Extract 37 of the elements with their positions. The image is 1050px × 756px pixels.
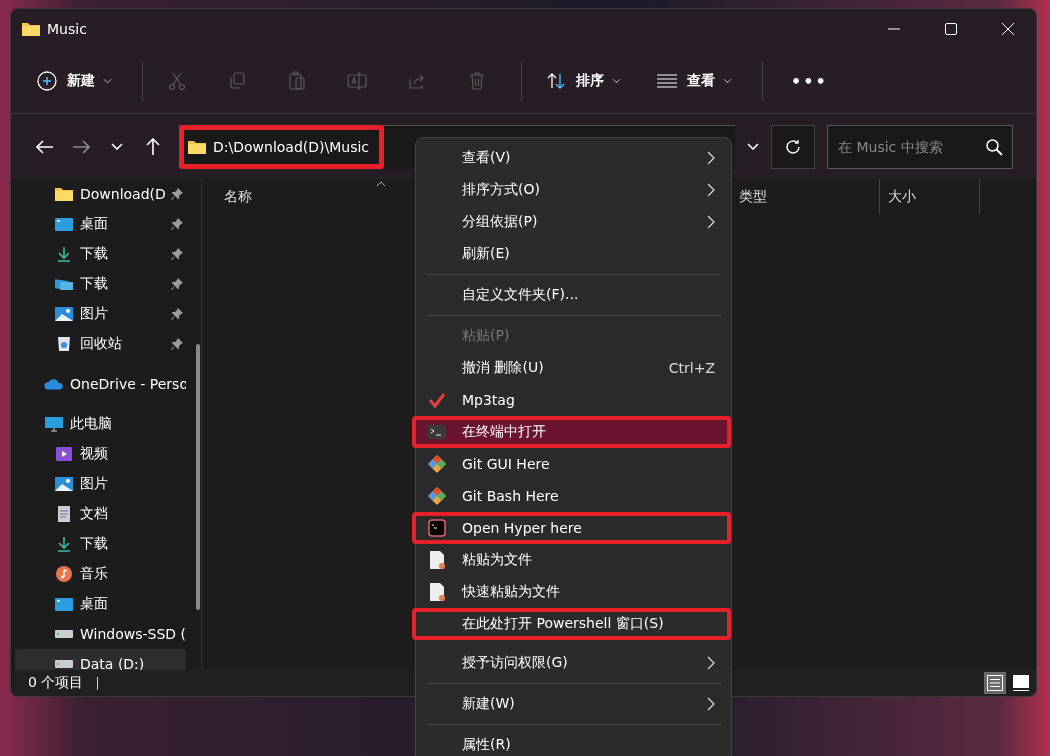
menu-item-label: 排序方式(O) [462, 181, 541, 199]
sidebar-label: 桌面 [80, 215, 108, 233]
menu-item-label: Git GUI Here [462, 456, 551, 472]
sidebar-label: 文档 [80, 505, 108, 523]
menu-item-label: 粘贴为文件 [462, 551, 533, 569]
menu-item-label: 在终端中打开 [462, 423, 547, 441]
sidebar-label: 视频 [80, 445, 108, 463]
sidebar-label: 图片 [80, 475, 108, 493]
menu-item-label: 撤消 删除(U) [462, 359, 545, 377]
sidebar-label: Download(D [80, 186, 166, 202]
address-path: D:\Download(D)\Music [213, 139, 370, 155]
item-count: 0 个项目 [28, 674, 84, 692]
sidebar-label: 此电脑 [70, 415, 112, 433]
sidebar-label: 音乐 [80, 565, 108, 583]
menu-item-label: 在此处打开 Powershell 窗口(S) [462, 615, 665, 633]
menu-item-label: Open Hyper here [462, 520, 583, 536]
sidebar-label: 回收站 [80, 335, 122, 353]
menu-item-label: 授予访问权限(G) [462, 654, 569, 672]
window-title: Music [47, 21, 87, 37]
menu-item-label: 自定义文件夹(F)... [462, 286, 580, 304]
menu-item-label: 刷新(E) [462, 245, 511, 263]
menu-item-label: 属性(R) [462, 736, 512, 754]
menu-item-label: Git Bash Here [462, 488, 560, 504]
sidebar-label: 图片 [80, 305, 108, 323]
menu-item-label: Mp3tag [462, 392, 516, 408]
menu-item-label: 快速粘贴为文件 [462, 583, 561, 601]
menu-item-label: 查看(V) [462, 149, 512, 167]
sidebar-label: 下载 [80, 245, 108, 263]
sidebar-label: 下载 [80, 275, 108, 293]
sidebar-label: Data (D:) [80, 656, 145, 670]
menu-item-label: 粘贴(P) [462, 327, 511, 345]
sidebar-label: 下载 [80, 535, 108, 553]
menu-item-label: 分组依据(P) [462, 213, 539, 231]
sidebar-label: Windows-SSD ( [80, 626, 186, 642]
menu-item-label: 新建(W) [462, 695, 516, 713]
sidebar-label: 桌面 [80, 595, 108, 613]
shortcut-text: Ctrl+Z [668, 360, 715, 376]
